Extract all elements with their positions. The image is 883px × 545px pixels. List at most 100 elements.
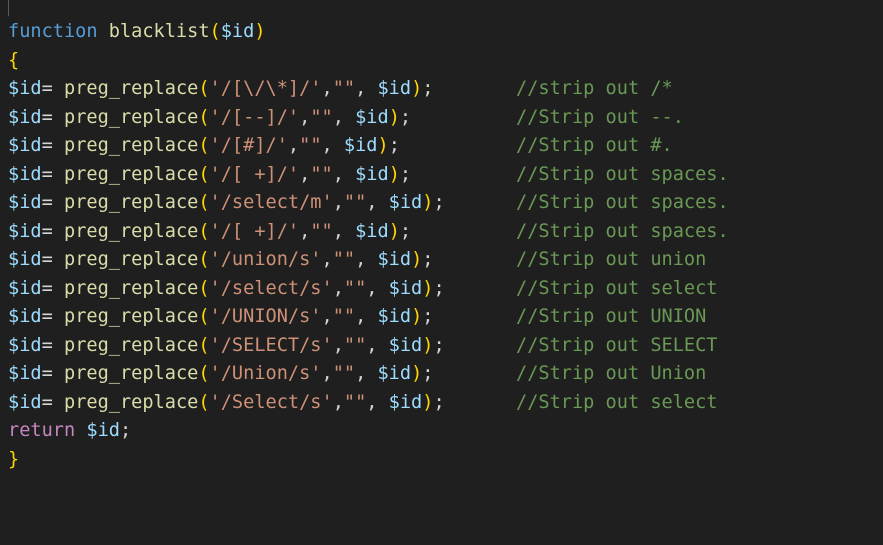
close-paren: ) [411, 78, 423, 99]
comma: , [332, 277, 344, 299]
regex-pattern: '/[\/\*]/' [209, 78, 322, 99]
subject-variable: $id [355, 163, 389, 185]
statement-line: $id= preg_replace('/union/s',"", $id);//… [8, 246, 883, 275]
subject-variable: $id [388, 391, 423, 413]
regex-pattern: '/[ +]/' [209, 163, 300, 185]
assign-target: $id [8, 334, 42, 356]
subject-variable: $id [388, 277, 423, 299]
comma: , [321, 249, 333, 270]
code-segment: $id= preg_replace('/[#]/',"", $id); [8, 132, 516, 161]
function-call-name: preg_replace [64, 391, 199, 413]
subject-variable: $id [388, 334, 423, 356]
semicolon: ; [422, 306, 434, 327]
assign-operator: = [41, 106, 53, 128]
comma: , [321, 135, 344, 156]
line-comment: //Strip out spaces. [516, 220, 729, 242]
open-paren: ( [198, 277, 210, 299]
close-paren: ) [411, 249, 423, 270]
code-segment: $id= preg_replace('/[--]/',"", $id); [8, 104, 516, 133]
empty-string: "" [310, 163, 333, 185]
code-segment: $id= preg_replace('/[ +]/',"", $id); [8, 161, 516, 190]
function-call-name: preg_replace [64, 363, 199, 384]
subject-variable: $id [343, 135, 378, 156]
assign-target: $id [8, 192, 42, 213]
code-editor[interactable]: function blacklist($id) { $id= preg_repl… [8, 18, 883, 545]
empty-string: "" [299, 135, 322, 156]
semicolon: ; [422, 249, 434, 270]
regex-pattern: '/UNION/s' [209, 306, 322, 327]
assign-operator: = [41, 220, 53, 242]
open-paren: ( [198, 106, 210, 128]
close-paren: ) [422, 192, 434, 213]
empty-string: "" [332, 363, 356, 384]
code-segment: $id= preg_replace('/Union/s',"", $id); [8, 360, 516, 389]
line-comment: //Strip out select [516, 277, 718, 299]
open-paren: ( [198, 363, 210, 384]
empty-string: "" [343, 391, 367, 413]
open-paren: ( [198, 78, 210, 99]
code-segment: $id= preg_replace('/Select/s',"", $id); [8, 389, 516, 418]
empty-string: "" [310, 220, 333, 242]
code-segment: $id= preg_replace('/UNION/s',"", $id); [8, 303, 516, 332]
close-paren: ) [422, 334, 434, 356]
assign-operator: = [41, 306, 53, 327]
function-call-name: preg_replace [64, 135, 199, 156]
comma: , [332, 163, 356, 185]
function-call-name: preg_replace [64, 163, 199, 185]
assign-operator: = [41, 277, 53, 299]
line-comment: //Strip out #. [516, 135, 673, 156]
open-paren: ( [209, 21, 221, 42]
return-keyword: return [8, 420, 76, 441]
function-call-name: preg_replace [64, 249, 199, 270]
comma: , [332, 334, 344, 356]
empty-string: "" [343, 192, 367, 213]
close-paren: ) [411, 363, 423, 384]
line-comment: //Strip out spaces. [516, 192, 729, 213]
return-line: return $id; [8, 417, 883, 446]
function-call-name: preg_replace [64, 106, 199, 128]
assign-target: $id [8, 363, 42, 384]
open-paren: ( [198, 391, 210, 413]
regex-pattern: '/select/s' [209, 277, 333, 299]
code-segment: $id= preg_replace('/select/s',"", $id); [8, 275, 516, 304]
function-call-name: preg_replace [64, 220, 199, 242]
regex-pattern: '/[#]/' [209, 135, 288, 156]
function-call-name: preg_replace [64, 78, 199, 99]
assign-target: $id [8, 277, 42, 299]
assign-target: $id [8, 249, 42, 270]
regex-pattern: '/union/s' [209, 249, 322, 270]
comma: , [332, 220, 356, 242]
code-segment: function blacklist($id) [8, 18, 516, 47]
statement-line: $id= preg_replace('/select/m',"", $id); /… [8, 189, 883, 218]
empty-string: "" [343, 277, 367, 299]
close-paren: ) [422, 391, 434, 413]
statement-line: $id= preg_replace('/SELECT/s',"", $id); /… [8, 332, 883, 361]
return-value: $id [86, 420, 120, 441]
comma: , [355, 249, 378, 270]
assign-operator: = [41, 135, 53, 156]
comma: , [355, 363, 378, 384]
line-comment: //Strip out spaces. [516, 163, 729, 185]
empty-string: "" [332, 78, 356, 99]
code-segment: $id= preg_replace('/union/s',"", $id); [8, 246, 516, 275]
semicolon: ; [422, 78, 434, 99]
assign-operator: = [41, 363, 53, 384]
line-comment: //Strip out Union [516, 363, 707, 384]
comma: , [332, 192, 344, 213]
function-call-name: preg_replace [64, 277, 199, 299]
statement-line: $id= preg_replace('/[ +]/',"", $id);//St… [8, 218, 883, 247]
assign-target: $id [8, 135, 42, 156]
semicolon: ; [119, 420, 132, 441]
text-cursor [8, 0, 9, 16]
empty-string: "" [332, 249, 356, 270]
open-brace: { [8, 49, 20, 71]
assign-operator: = [41, 334, 53, 356]
close-paren: ) [388, 163, 400, 185]
semicolon: ; [399, 106, 412, 128]
semicolon: ; [433, 277, 445, 299]
